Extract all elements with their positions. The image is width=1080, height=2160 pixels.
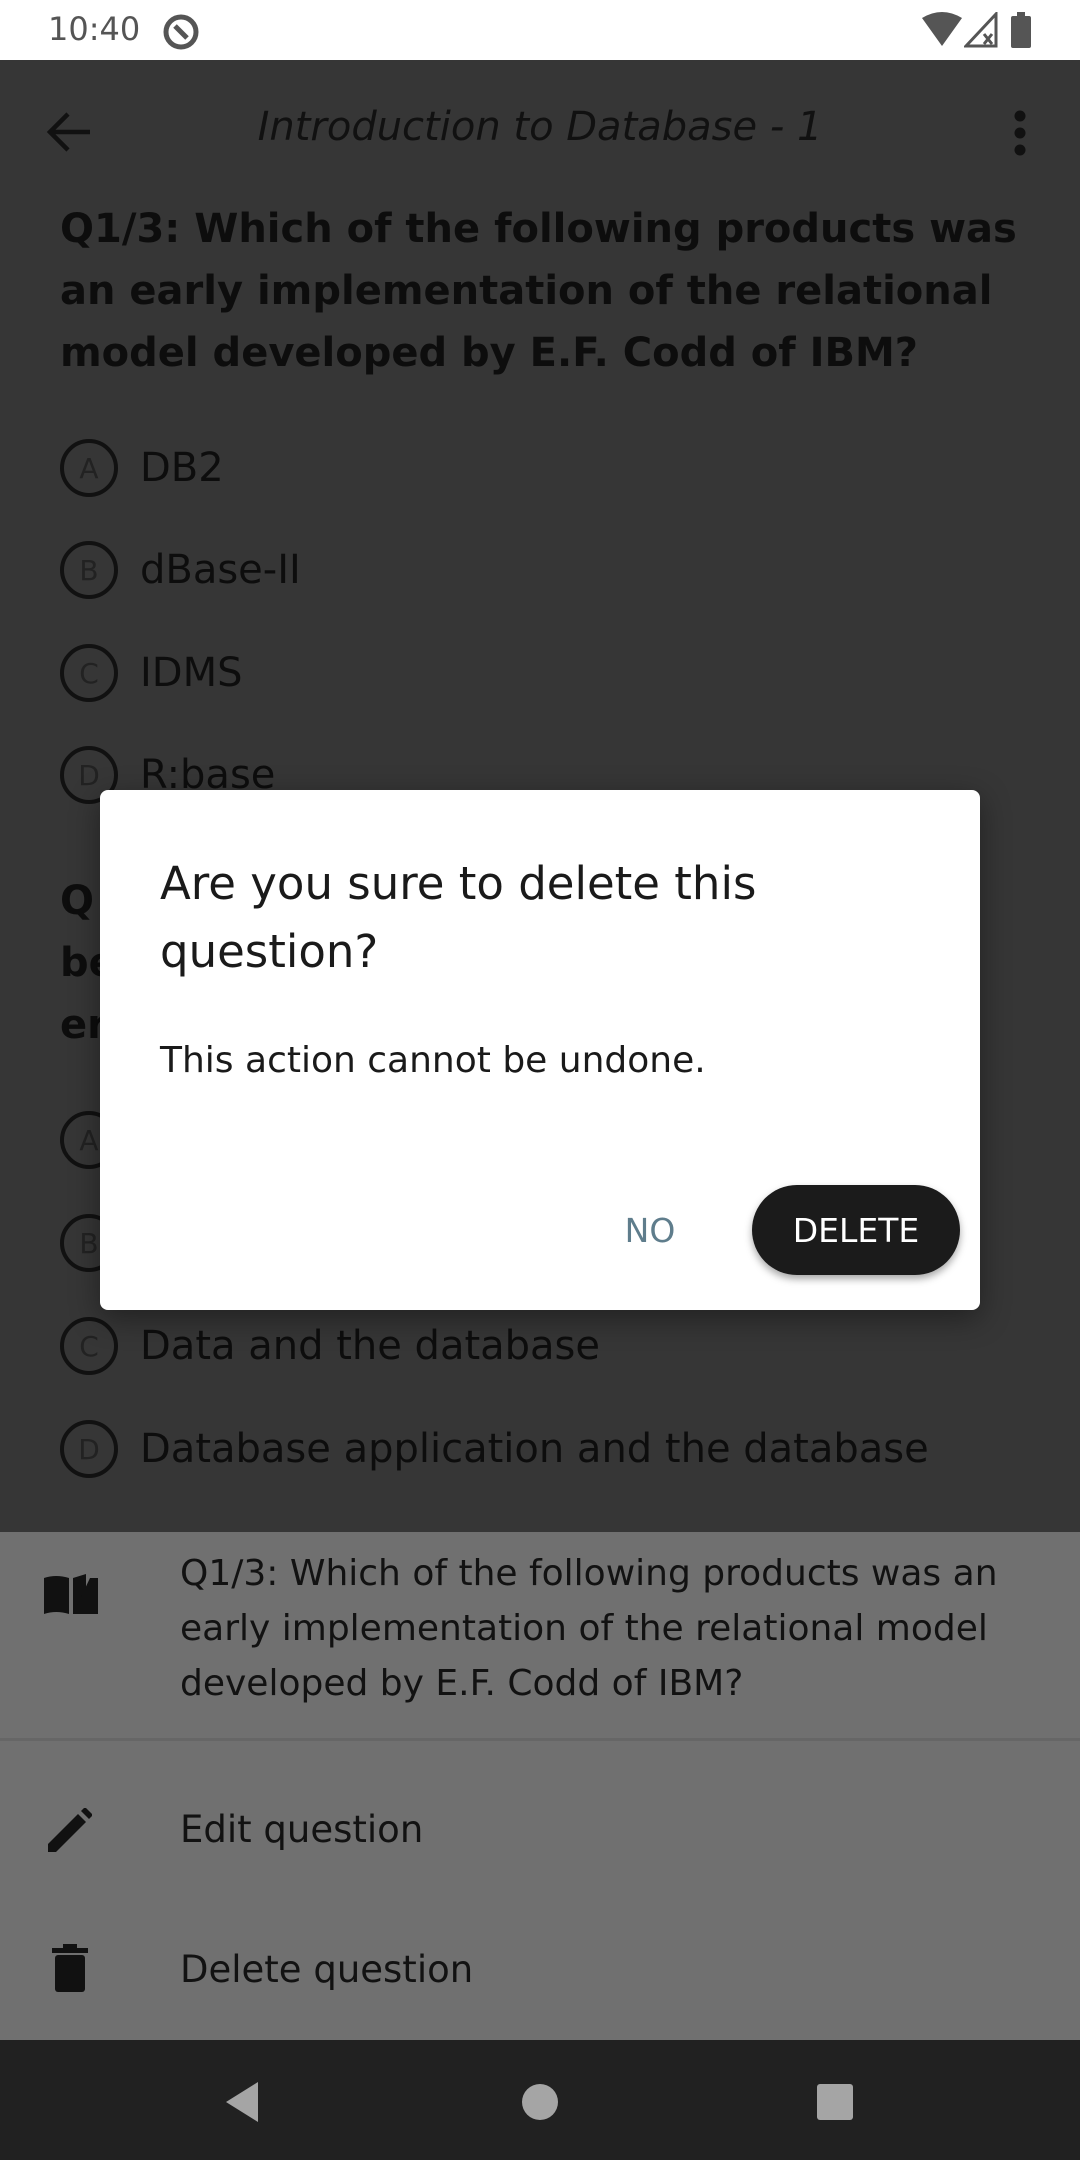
delete-button[interactable]: DELETE: [752, 1185, 960, 1275]
delete-question-item[interactable]: Delete question: [0, 1904, 1080, 2034]
edit-question-item[interactable]: Edit question: [0, 1764, 1080, 1894]
option-text: IDMS: [140, 650, 243, 696]
option-text: Data and the database: [140, 1323, 600, 1369]
divider: [0, 1738, 1080, 1741]
option-a[interactable]: A DB2: [60, 438, 224, 498]
q2-option-d[interactable]: D Database application and the database: [60, 1419, 929, 1479]
nav-back-icon[interactable]: [222, 2080, 262, 2124]
navigation-bar: [0, 2040, 1080, 2160]
option-c[interactable]: C IDMS: [60, 643, 243, 703]
dialog-message: This action cannot be undone.: [160, 1040, 706, 1081]
confirm-delete-dialog: Are you sure to delete this question? Th…: [100, 790, 980, 1310]
option-letter: C: [60, 1317, 118, 1375]
wifi-icon: [922, 12, 962, 46]
dialog-title: Are you sure to delete this question?: [160, 857, 757, 978]
option-b[interactable]: BdBase-II: [60, 540, 301, 600]
option-letter: D: [60, 1420, 118, 1478]
edit-question-label: Edit question: [180, 1807, 424, 1851]
option-letter: A: [60, 439, 118, 497]
option-text: Database application and the database: [140, 1426, 929, 1472]
nav-recents-icon[interactable]: [815, 2082, 855, 2122]
status-time: 10:40: [48, 10, 141, 48]
q2-option-c[interactable]: C Data and the database: [60, 1316, 600, 1376]
nav-home-icon[interactable]: [520, 2082, 560, 2122]
question-1-text: Q1/3: Which of the following products wa…: [60, 206, 1017, 376]
more-vert-icon[interactable]: [1010, 108, 1030, 158]
battery-icon: [1011, 12, 1031, 48]
book-icon: [44, 1574, 98, 1614]
option-letter: C: [60, 644, 118, 702]
option-text: dBase-II: [140, 547, 301, 593]
data-saver-icon: [163, 14, 199, 50]
pencil-icon: [48, 1808, 92, 1852]
signal-icon: [964, 12, 998, 48]
delete-question-label: Delete question: [180, 1947, 474, 1991]
bottom-sheet: Q1/3: Which of the following products wa…: [0, 1532, 1080, 2040]
sheet-question-text: Q1/3: Which of the following products wa…: [180, 1553, 998, 1704]
option-letter: B: [60, 541, 118, 599]
page-title: Introduction to Database - 1: [257, 104, 823, 150]
trash-icon: [52, 1944, 88, 1992]
no-button[interactable]: NO: [580, 1195, 720, 1265]
option-text: DB2: [140, 445, 224, 491]
status-bar: 10:40: [0, 0, 1080, 60]
